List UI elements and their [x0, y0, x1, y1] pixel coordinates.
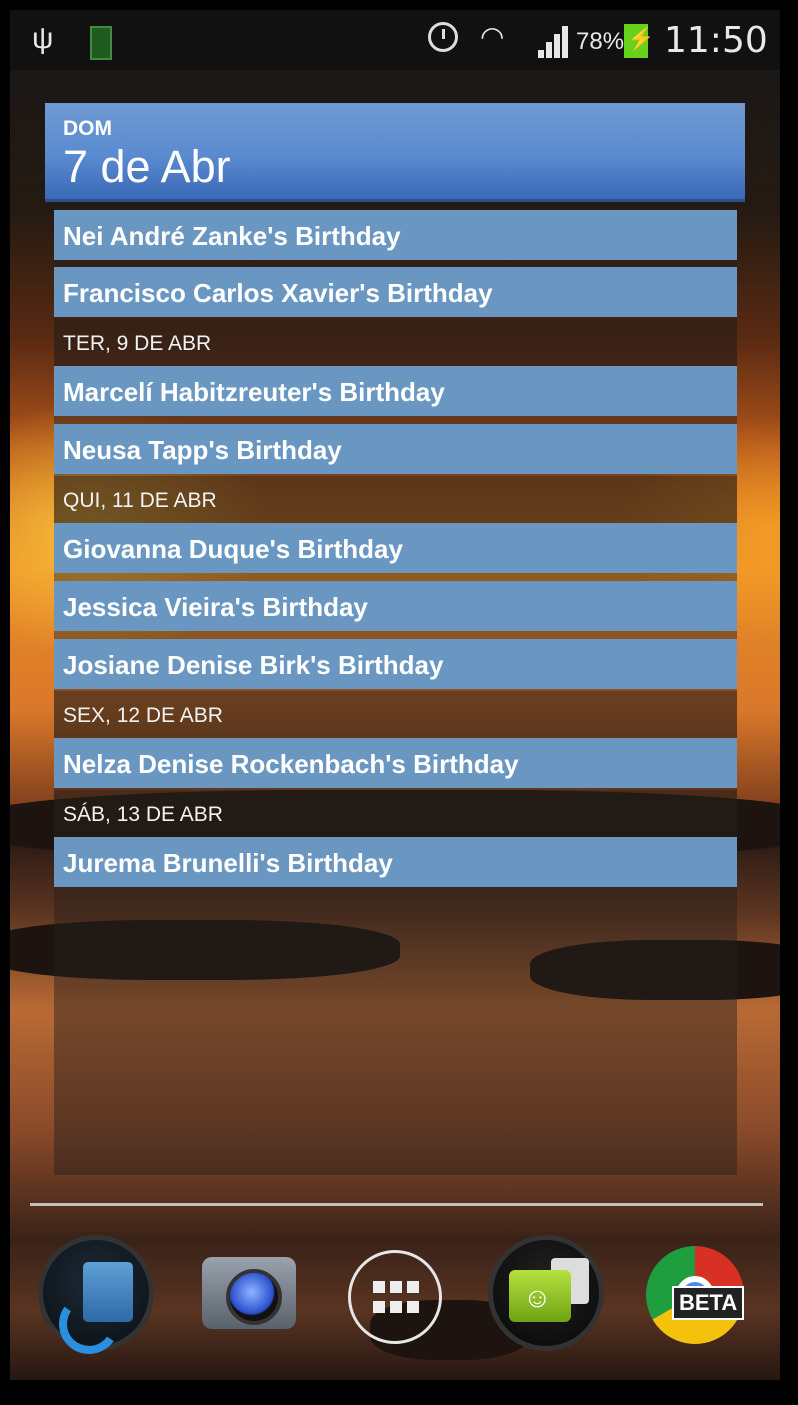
home-screen: ψ ◠ 78% 11:50 DOM 7 de Abr Nei André Zan…	[10, 10, 780, 1380]
header-date: 7 de Abr	[63, 141, 231, 192]
battery-percent: 78%	[576, 28, 625, 55]
date-separator: SÁB, 13 DE ABR	[54, 790, 737, 837]
event-row[interactable]: Marcelí Habitzreuter's Birthday	[54, 366, 737, 416]
date-separator: QUI, 11 DE ABR	[54, 476, 737, 523]
usb-icon: ψ	[32, 22, 54, 55]
dock-divider	[30, 1203, 763, 1206]
battery-charging-icon	[624, 24, 654, 58]
signal-icon	[538, 24, 572, 58]
wifi-icon: ◠	[480, 21, 505, 52]
camera-icon[interactable]	[198, 1235, 314, 1351]
messaging-icon[interactable]: ☺	[488, 1235, 604, 1351]
date-separator: SEX, 12 DE ABR	[54, 691, 737, 738]
widget-header[interactable]: DOM 7 de Abr	[45, 103, 745, 199]
date-separator: TER, 9 DE ABR	[54, 319, 737, 366]
event-row[interactable]: Jessica Vieira's Birthday	[54, 581, 737, 631]
event-row[interactable]: Jurema Brunelli's Birthday	[54, 837, 737, 887]
event-row[interactable]: Giovanna Duque's Birthday	[54, 523, 737, 573]
event-row[interactable]: Nelza Denise Rockenbach's Birthday	[54, 738, 737, 788]
phone-contacts-icon[interactable]	[38, 1235, 154, 1359]
event-row[interactable]: Neusa Tapp's Birthday	[54, 424, 737, 474]
chrome-beta-icon[interactable]: BETA	[646, 1246, 745, 1344]
event-row[interactable]: Nei André Zanke's Birthday	[54, 210, 737, 260]
status-bar[interactable]: ψ ◠ 78% 11:50	[10, 10, 780, 70]
event-row[interactable]: Josiane Denise Birk's Birthday	[54, 639, 737, 689]
battery-small-icon	[90, 26, 112, 60]
clock: 11:50	[664, 20, 768, 61]
event-row[interactable]: Francisco Carlos Xavier's Birthday	[54, 267, 737, 317]
app-drawer-icon[interactable]	[348, 1250, 442, 1344]
alarm-icon	[428, 22, 458, 52]
beta-badge: BETA	[672, 1286, 745, 1320]
header-day-of-week: DOM	[63, 117, 112, 140]
